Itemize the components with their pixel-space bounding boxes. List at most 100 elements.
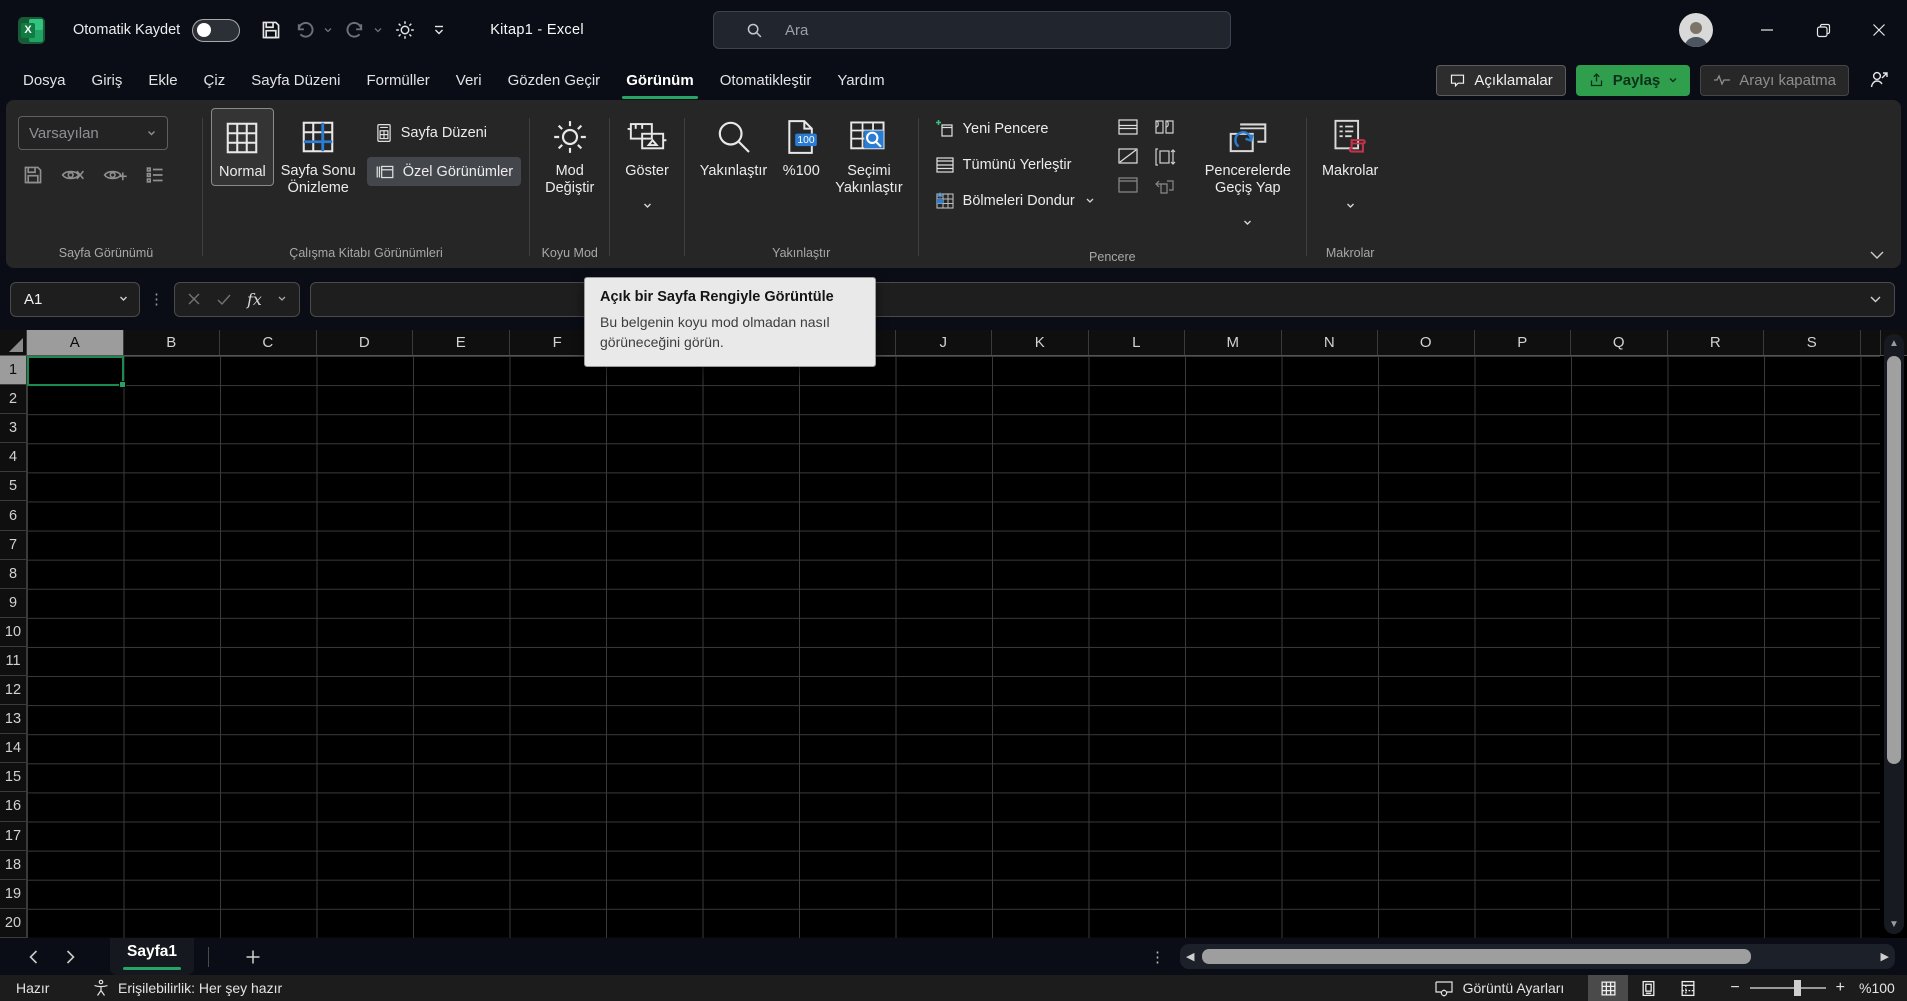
synchronous-scrolling-icon[interactable] xyxy=(1153,147,1177,167)
zoom-percentage[interactable]: %100 xyxy=(1859,980,1907,996)
share-button[interactable]: Paylaş xyxy=(1575,64,1691,96)
unhide-icon[interactable] xyxy=(1117,176,1139,194)
column-header-C[interactable]: C xyxy=(220,330,317,355)
row-header-9[interactable]: 9 xyxy=(0,589,26,618)
row-header-2[interactable]: 2 xyxy=(0,385,26,415)
custom-views-button[interactable]: Özel Görünümler xyxy=(366,157,522,186)
macros-button[interactable]: Makrolar xyxy=(1315,108,1385,231)
new-sheet-view-icon[interactable] xyxy=(102,164,128,186)
row-header-15[interactable]: 15 xyxy=(0,763,26,793)
show-button[interactable]: Göster xyxy=(618,108,676,231)
catch-up-button[interactable]: Arayı kapatma xyxy=(1700,64,1849,96)
vertical-scrollbar[interactable]: ▲ ▼ xyxy=(1884,334,1904,934)
fill-handle[interactable] xyxy=(119,381,126,388)
row-header-18[interactable]: 18 xyxy=(0,851,26,880)
tab-sayfa-düzeni[interactable]: Sayfa Düzeni xyxy=(238,60,353,100)
keep-sheet-view-icon[interactable] xyxy=(22,164,44,186)
enter-icon[interactable] xyxy=(216,293,232,306)
row-header-3[interactable]: 3 xyxy=(0,414,26,444)
sheet-tab-sayfa1[interactable]: Sayfa1 xyxy=(110,938,194,975)
column-header-Q[interactable]: Q xyxy=(1571,330,1668,355)
switch-modes-button[interactable]: Mod Değiştir xyxy=(538,108,601,201)
undo-chevron-icon[interactable] xyxy=(320,26,336,34)
arrange-all-button[interactable]: Tümünü Yerleştir xyxy=(927,150,1103,179)
reset-window-position-icon[interactable] xyxy=(1153,178,1177,196)
tab-gözden-geçir[interactable]: Gözden Geçir xyxy=(495,60,614,100)
formula-bar-drag-handle[interactable]: ⋮ xyxy=(149,290,165,308)
switch-windows-button[interactable]: Pencerelerde Geçiş Yap xyxy=(1198,108,1298,248)
hide-icon[interactable] xyxy=(1117,147,1139,165)
accessibility-status[interactable]: Erişilebilirlik: Her şey hazır xyxy=(92,979,282,997)
row-header-11[interactable]: 11 xyxy=(0,647,26,677)
column-header-B[interactable]: B xyxy=(123,330,220,355)
tab-dosya[interactable]: Dosya xyxy=(10,60,79,100)
column-header-L[interactable]: L xyxy=(1088,330,1185,355)
column-header-O[interactable]: O xyxy=(1378,330,1475,355)
formula-input[interactable] xyxy=(309,281,1895,317)
zoom-to-selection-button[interactable]: Seçimi Yakınlaştır xyxy=(828,108,909,201)
row-header-6[interactable]: 6 xyxy=(0,501,26,531)
redo-chevron-icon[interactable] xyxy=(370,26,386,34)
row-header-16[interactable]: 16 xyxy=(0,792,26,822)
zoom-out-icon[interactable]: − xyxy=(1730,979,1739,997)
horizontal-scrollbar[interactable]: ◀ ▶ xyxy=(1180,944,1895,969)
undo-icon[interactable] xyxy=(290,13,320,47)
column-header-D[interactable]: D xyxy=(316,330,413,355)
scroll-up-icon[interactable]: ▲ xyxy=(1884,338,1904,349)
column-header-R[interactable]: R xyxy=(1667,330,1764,355)
zoom-slider-thumb[interactable] xyxy=(1793,980,1801,996)
tab-görünüm[interactable]: Görünüm xyxy=(613,60,707,100)
next-sheet-icon[interactable] xyxy=(65,949,76,965)
tab-veri[interactable]: Veri xyxy=(443,60,495,100)
page-layout-button[interactable]: Sayfa Düzeni xyxy=(367,118,521,147)
row-header-20[interactable]: 20 xyxy=(0,909,26,938)
active-cell-A1[interactable] xyxy=(27,356,126,388)
grid-cells[interactable] xyxy=(27,356,1880,938)
status-normal-view-button[interactable] xyxy=(1588,975,1629,1001)
scroll-left-icon[interactable]: ◀ xyxy=(1186,950,1194,963)
formula-bar-expand-icon[interactable] xyxy=(1869,295,1882,304)
freeze-panes-button[interactable]: Bölmeleri Dondur xyxy=(927,186,1103,215)
column-header-P[interactable]: P xyxy=(1474,330,1571,355)
redo-icon[interactable] xyxy=(340,13,370,47)
people-icon[interactable] xyxy=(1867,68,1891,92)
fx-chevron-icon[interactable] xyxy=(277,295,287,303)
mode-sun-icon[interactable] xyxy=(390,13,420,47)
comments-button[interactable]: Açıklamalar xyxy=(1436,64,1566,96)
column-header-A[interactable]: A xyxy=(27,330,124,355)
column-header-partial[interactable] xyxy=(1860,330,1881,355)
add-sheet-button[interactable] xyxy=(245,949,261,965)
new-window-button[interactable]: Yeni Pencere xyxy=(927,114,1103,143)
vertical-scroll-thumb[interactable] xyxy=(1887,356,1901,764)
tab-yardım[interactable]: Yardım xyxy=(824,60,897,100)
tab-formüller[interactable]: Formüller xyxy=(353,60,442,100)
horizontal-scroll-thumb[interactable] xyxy=(1202,949,1751,964)
tab-otomatikleştir[interactable]: Otomatikleştir xyxy=(707,60,825,100)
sheetbar-more-handle[interactable]: ⋮ xyxy=(1150,948,1166,966)
row-header-10[interactable]: 10 xyxy=(0,618,26,647)
scroll-right-icon[interactable]: ▶ xyxy=(1881,950,1889,963)
row-header-1[interactable]: 1 xyxy=(0,356,26,386)
normal-view-button[interactable]: Normal xyxy=(211,108,274,186)
autosave-toggle[interactable] xyxy=(192,18,241,42)
qat-overflow-icon[interactable] xyxy=(424,13,454,47)
row-header-4[interactable]: 4 xyxy=(0,443,26,473)
sheet-view-select[interactable]: Varsayılan xyxy=(18,116,168,150)
zoom-slider[interactable] xyxy=(1749,980,1826,996)
tab-çiz[interactable]: Çiz xyxy=(191,60,239,100)
select-all-corner[interactable] xyxy=(0,330,27,355)
row-header-14[interactable]: 14 xyxy=(0,734,26,764)
view-side-by-side-icon[interactable] xyxy=(1153,118,1177,136)
zoom-button[interactable]: Yakınlaştır xyxy=(693,108,774,184)
column-header-M[interactable]: M xyxy=(1185,330,1282,355)
row-header-7[interactable]: 7 xyxy=(0,531,26,560)
row-header-12[interactable]: 12 xyxy=(0,676,26,706)
row-header-13[interactable]: 13 xyxy=(0,705,26,735)
tab-ekle[interactable]: Ekle xyxy=(135,60,190,100)
zoom-in-icon[interactable]: + xyxy=(1836,979,1845,997)
status-page-layout-button[interactable] xyxy=(1628,975,1668,1001)
collapse-ribbon-icon[interactable] xyxy=(1869,250,1885,260)
column-header-N[interactable]: N xyxy=(1281,330,1378,355)
row-header-19[interactable]: 19 xyxy=(0,880,26,909)
zoom-100-button[interactable]: 100 %100 xyxy=(774,108,828,184)
